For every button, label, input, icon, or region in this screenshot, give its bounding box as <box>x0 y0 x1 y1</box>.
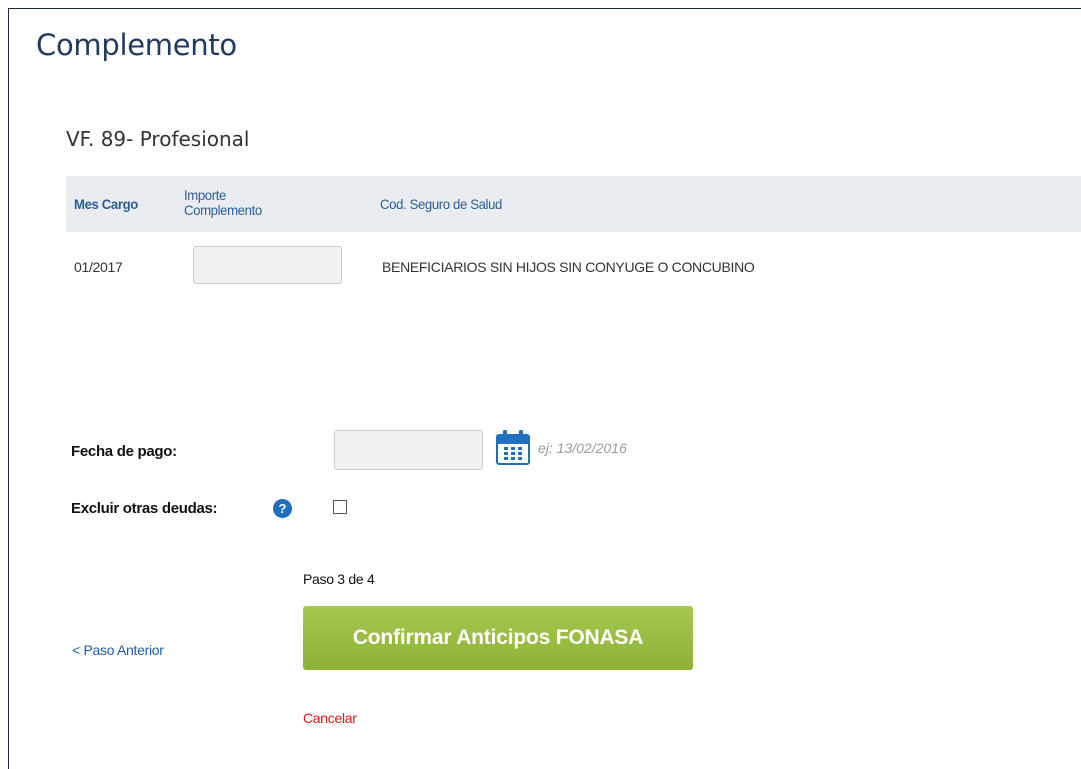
cancel-link[interactable]: Cancelar <box>303 710 357 726</box>
page-title: Complemento <box>36 28 237 62</box>
excluir-deudas-checkbox[interactable] <box>333 500 347 514</box>
section-subtitle: VF. 89- Profesional <box>66 127 250 151</box>
cell-cod-seguro: BENEFICIARIOS SIN HIJOS SIN CONYUGE O CO… <box>382 259 755 275</box>
column-header-importe-line1: Importe <box>184 187 226 203</box>
column-header-mes-cargo: Mes Cargo <box>74 196 138 212</box>
help-circle-icon[interactable]: ? <box>273 499 292 518</box>
column-header-cod-seguro: Cod. Seguro de Salud <box>380 196 502 212</box>
table-header: Mes Cargo Importe Complemento Cod. Segur… <box>66 176 1081 232</box>
step-indicator: Paso 3 de 4 <box>303 571 375 587</box>
cell-mes-cargo: 01/2017 <box>74 259 123 275</box>
confirm-anticipos-button[interactable]: Confirmar Anticipos FONASA <box>303 606 693 670</box>
column-header-importe-complemento: Importe Complemento <box>184 188 262 218</box>
previous-step-link[interactable]: < Paso Anterior <box>72 642 164 658</box>
fecha-hint: ej: 13/02/2016 <box>538 440 627 456</box>
fecha-pago-label: Fecha de pago: <box>71 443 177 460</box>
importe-complemento-input[interactable] <box>193 246 342 284</box>
excluir-deudas-label: Excluir otras deudas: <box>71 500 218 517</box>
calendar-icon[interactable] <box>496 429 530 465</box>
fecha-pago-input[interactable] <box>334 430 483 470</box>
column-header-importe-line2: Complemento <box>184 202 262 218</box>
